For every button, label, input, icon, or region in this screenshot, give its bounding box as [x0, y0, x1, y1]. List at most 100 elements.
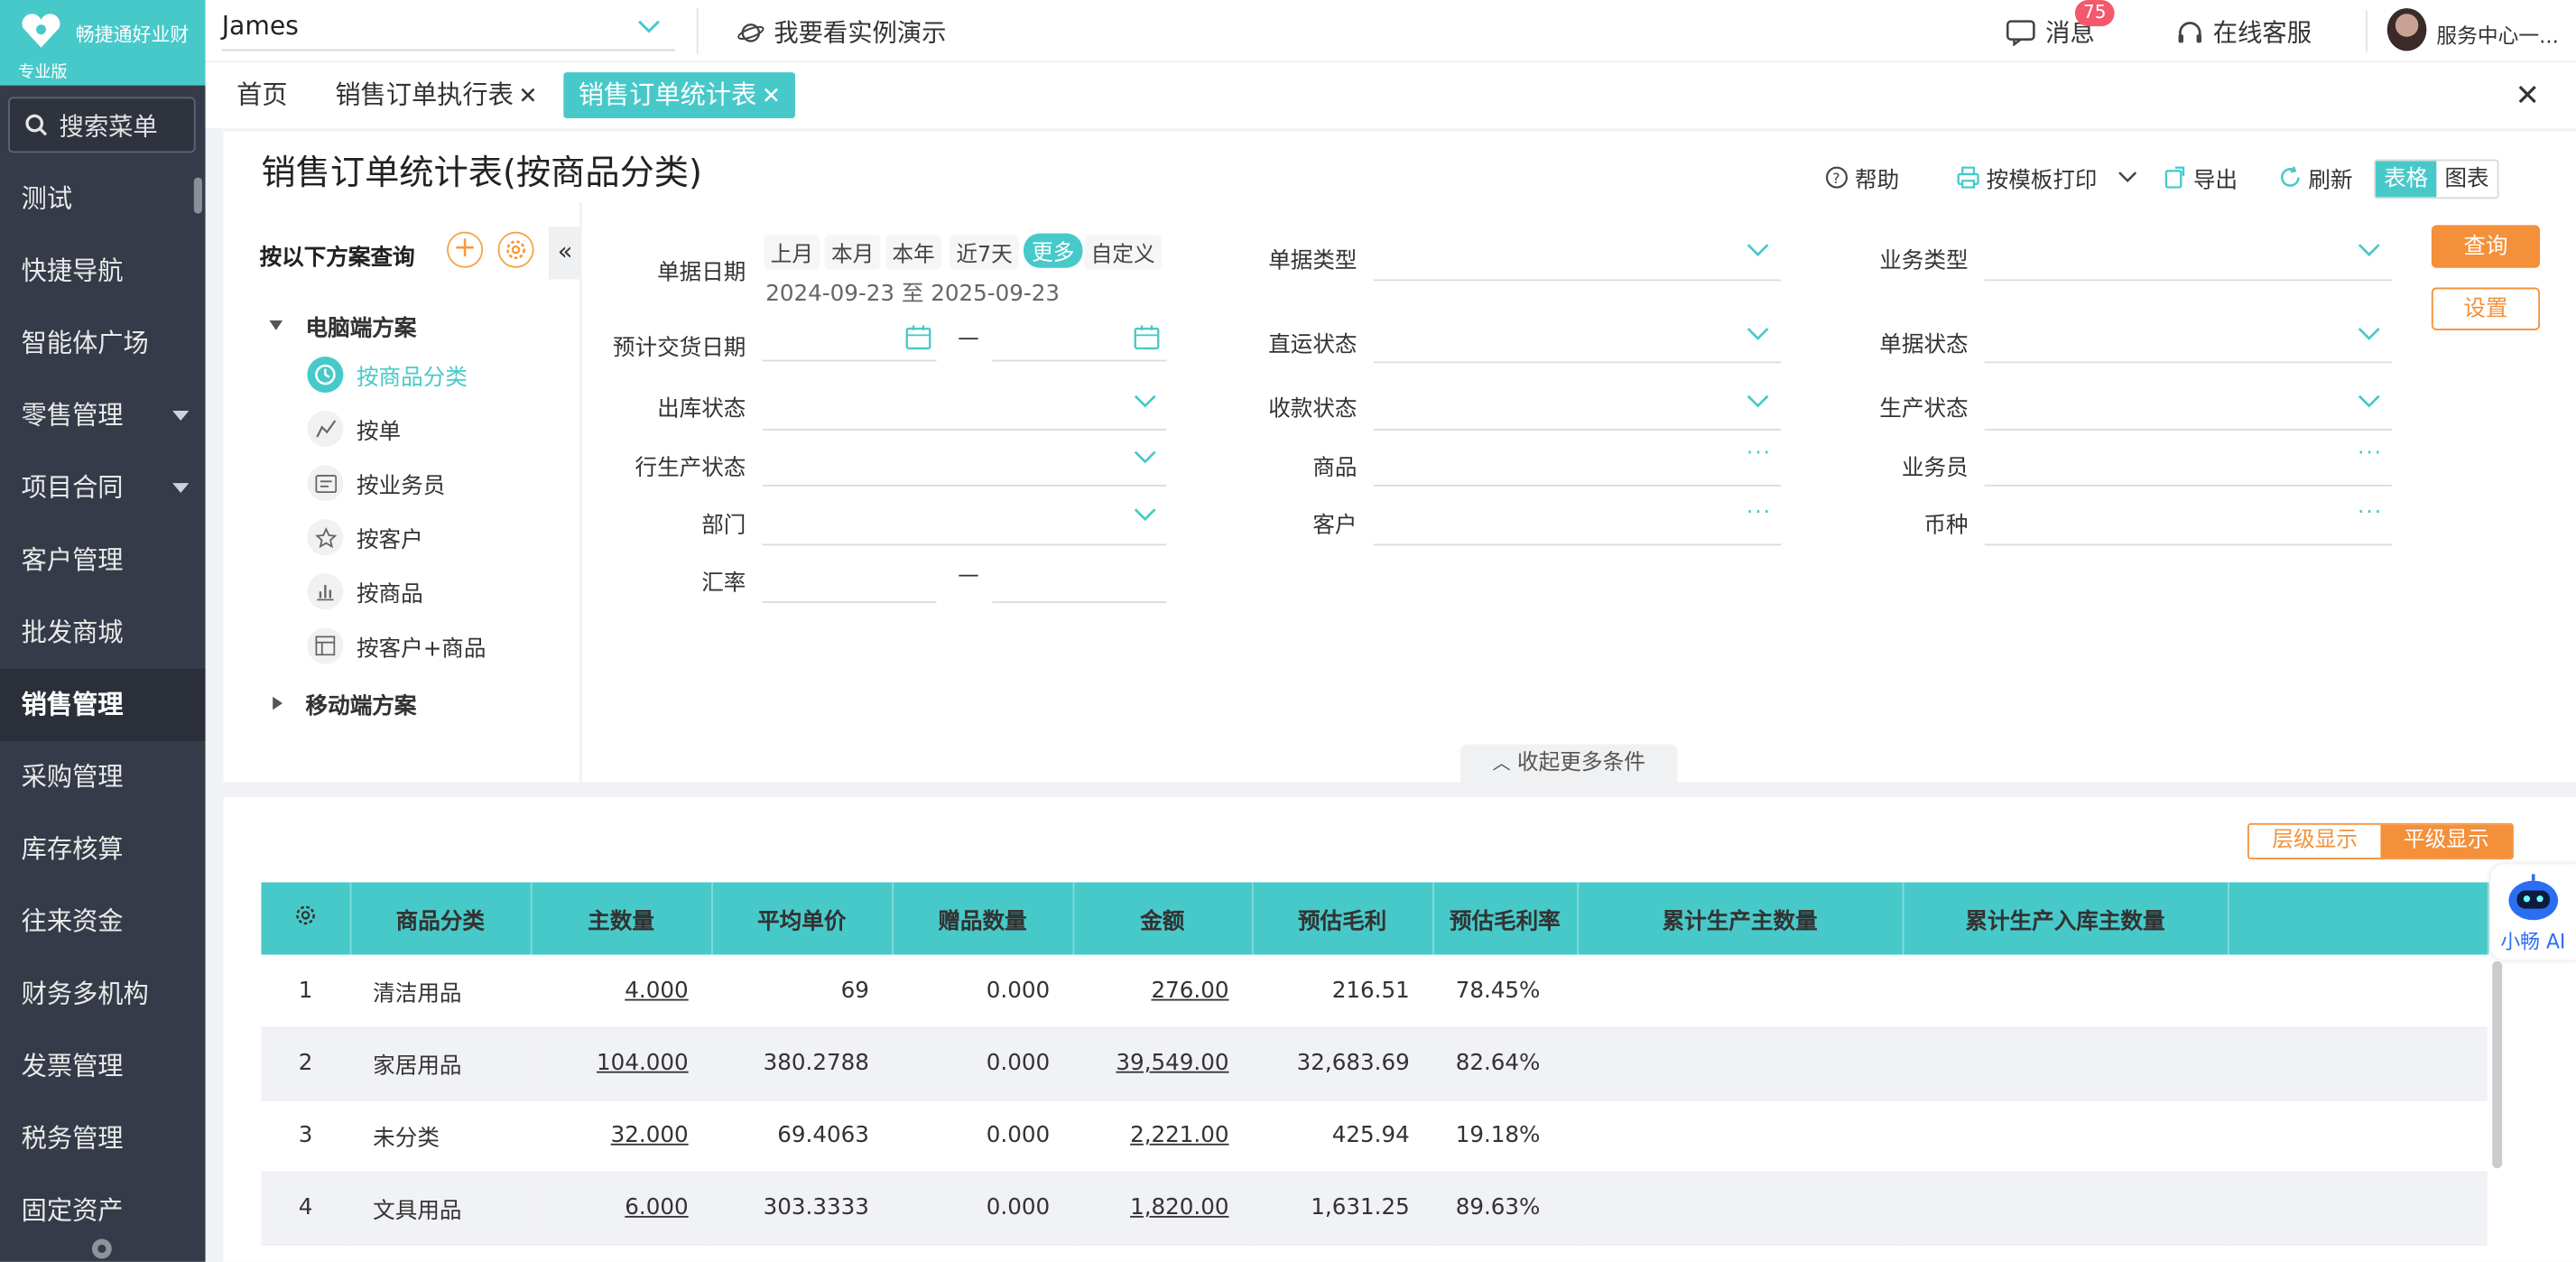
quick-date-this-month[interactable]: 本月	[824, 235, 881, 270]
sidebar-item-tax[interactable]: 税务管理	[0, 1102, 206, 1174]
tab-home[interactable]: 首页	[222, 72, 302, 118]
query-button[interactable]: 查询	[2431, 225, 2541, 268]
chevron-down-icon[interactable]	[1134, 393, 1156, 409]
cell-quantity-link[interactable]: 4.000	[530, 954, 712, 1028]
quick-date-last-7-days[interactable]: 近7天	[950, 235, 1020, 270]
scheme-item-by-order[interactable]: 按单	[307, 411, 401, 448]
chevron-down-icon[interactable]	[2117, 169, 2136, 185]
more-dots-icon[interactable]: ···	[1747, 501, 1772, 525]
column-header[interactable]: 累计生产主数量	[1577, 882, 1904, 955]
cell-amount-link[interactable]: 1,820.00	[1072, 1171, 1252, 1245]
view-chart-button[interactable]: 图表	[2436, 161, 2497, 197]
cell-quantity-link[interactable]: 104.000	[530, 1026, 712, 1100]
scheme-item-by-customer-product[interactable]: 按客户+商品	[307, 627, 486, 664]
calendar-icon[interactable]	[1134, 324, 1160, 350]
delivery-date-end-input[interactable]	[992, 359, 1167, 362]
sidebar-item-quick-nav[interactable]: 快捷导航	[0, 235, 206, 307]
online-service-button[interactable]: 在线客服	[2177, 14, 2312, 49]
collapse-conditions-button[interactable]: ︿ 收起更多条件	[1460, 744, 1678, 784]
cell-amount-link[interactable]: 2,221.00	[1072, 1099, 1252, 1173]
export-button[interactable]: 导出	[2164, 161, 2238, 194]
app-logo[interactable]: 畅捷通好业财 专业版	[0, 0, 206, 86]
column-header[interactable]: 金额	[1072, 882, 1253, 955]
sidebar-item-customer[interactable]: 客户管理	[0, 524, 206, 597]
more-dots-icon[interactable]: ···	[1747, 442, 1772, 467]
quick-date-last-month[interactable]: 上月	[764, 235, 820, 270]
salesman-picker[interactable]	[1984, 484, 2393, 487]
close-all-icon[interactable]: ✕	[2516, 79, 2540, 113]
cell-amount-link[interactable]: 39,549.00	[1072, 1026, 1252, 1100]
collapse-panel-button[interactable]: «	[548, 227, 582, 280]
sidebar-item-purchase[interactable]: 采购管理	[0, 741, 206, 813]
chevron-down-icon[interactable]	[1134, 506, 1156, 523]
table-scrollbar[interactable]	[2492, 960, 2503, 1169]
flat-display-button[interactable]: 平级显示	[2380, 824, 2513, 858]
produce-status-select[interactable]	[1984, 429, 2393, 431]
customer-picker[interactable]	[1373, 543, 1782, 546]
table-row[interactable]: 1 清洁用品 4.000 69 0.000 276.00 216.51 78.4…	[261, 954, 2488, 1028]
chevron-down-icon[interactable]	[1747, 242, 1769, 258]
account-select[interactable]: James	[221, 12, 676, 51]
scheme-item-by-salesman[interactable]: 按业务员	[307, 465, 445, 502]
sidebar-item-invoice[interactable]: 发票管理	[0, 1030, 206, 1102]
help-button[interactable]: ? 帮助	[1825, 161, 1899, 194]
sidebar-item-project-contract[interactable]: 项目合同	[0, 452, 206, 524]
sidebar-item-test[interactable]: 测试	[0, 162, 206, 235]
chevron-down-icon[interactable]	[1747, 393, 1769, 409]
direct-status-select[interactable]	[1373, 361, 1782, 364]
cell-quantity-link[interactable]: 32.000	[530, 1099, 712, 1173]
exchange-rate-max-input[interactable]	[992, 601, 1167, 604]
scheme-item-by-category[interactable]: 按商品分类	[307, 356, 468, 394]
doc-type-select[interactable]	[1373, 279, 1782, 282]
column-header[interactable]: 平均单价	[711, 882, 894, 955]
currency-picker[interactable]	[1984, 543, 2393, 546]
close-icon[interactable]: ✕	[518, 84, 537, 110]
sidebar-item-funds[interactable]: 往来资金	[0, 886, 206, 958]
sidebar-item-inventory[interactable]: 库存核算	[0, 813, 206, 886]
sidebar-item-agent-plaza[interactable]: 智能体广场	[0, 307, 206, 379]
column-settings[interactable]	[261, 882, 351, 955]
sidebar-item-wholesale[interactable]: 批发商城	[0, 597, 206, 669]
tab-sales-order-execution[interactable]: 销售订单执行表 ✕	[320, 72, 552, 118]
close-icon[interactable]: ✕	[762, 84, 781, 110]
sidebar-item-retail[interactable]: 零售管理	[0, 379, 206, 451]
column-header[interactable]: 预估毛利率	[1432, 882, 1579, 955]
quick-date-custom[interactable]: 自定义	[1084, 235, 1162, 270]
sidebar-item-finance-multi[interactable]: 财务多机构	[0, 958, 206, 1030]
table-row[interactable]: 3 未分类 32.000 69.4063 0.000 2,221.00 425.…	[261, 1099, 2488, 1173]
column-header[interactable]: 商品分类	[349, 882, 532, 955]
tree-group-pc[interactable]: 电脑端方案	[269, 309, 416, 342]
print-button[interactable]: 按模板打印	[1957, 161, 2144, 194]
chevron-down-icon[interactable]	[1747, 325, 1769, 341]
view-table-button[interactable]: 表格	[2376, 161, 2437, 198]
add-scheme-button[interactable]: +	[447, 231, 484, 268]
exchange-rate-min-input[interactable]	[762, 601, 937, 604]
settings-button[interactable]: 设置	[2431, 287, 2541, 330]
tab-sales-order-statistics[interactable]: 销售订单统计表 ✕	[563, 72, 796, 119]
scheme-item-by-customer[interactable]: 按客户	[307, 519, 423, 556]
scheme-settings-button[interactable]	[497, 231, 534, 268]
gear-icon[interactable]	[87, 1234, 116, 1262]
row-produce-status-select[interactable]	[762, 484, 1167, 487]
chevron-down-icon[interactable]	[2358, 242, 2380, 258]
calendar-icon[interactable]	[905, 324, 931, 350]
quick-date-this-year[interactable]: 本年	[885, 235, 942, 270]
avatar[interactable]	[2386, 8, 2427, 51]
more-dots-icon[interactable]: ···	[2358, 442, 2383, 467]
refresh-button[interactable]: 刷新	[2279, 161, 2353, 194]
cell-quantity-link[interactable]: 6.000	[530, 1171, 712, 1245]
biz-type-select[interactable]	[1984, 279, 2393, 282]
cell-amount-link[interactable]: 276.00	[1072, 954, 1252, 1028]
outbound-status-select[interactable]	[762, 429, 1167, 431]
product-picker[interactable]	[1373, 484, 1782, 487]
scheme-item-by-product[interactable]: 按商品	[307, 573, 423, 610]
doc-status-select[interactable]	[1984, 361, 2393, 364]
collect-status-select[interactable]	[1373, 429, 1782, 431]
table-row[interactable]: 4 文具用品 6.000 303.3333 0.000 1,820.00 1,6…	[261, 1171, 2488, 1245]
delivery-date-start-input[interactable]	[762, 359, 937, 362]
tree-group-mobile[interactable]: 移动端方案	[273, 687, 416, 719]
department-select[interactable]	[762, 543, 1167, 546]
chevron-down-icon[interactable]	[1134, 449, 1156, 465]
column-header[interactable]: 预估毛利	[1251, 882, 1434, 955]
sidebar-scrollbar[interactable]	[193, 177, 202, 214]
